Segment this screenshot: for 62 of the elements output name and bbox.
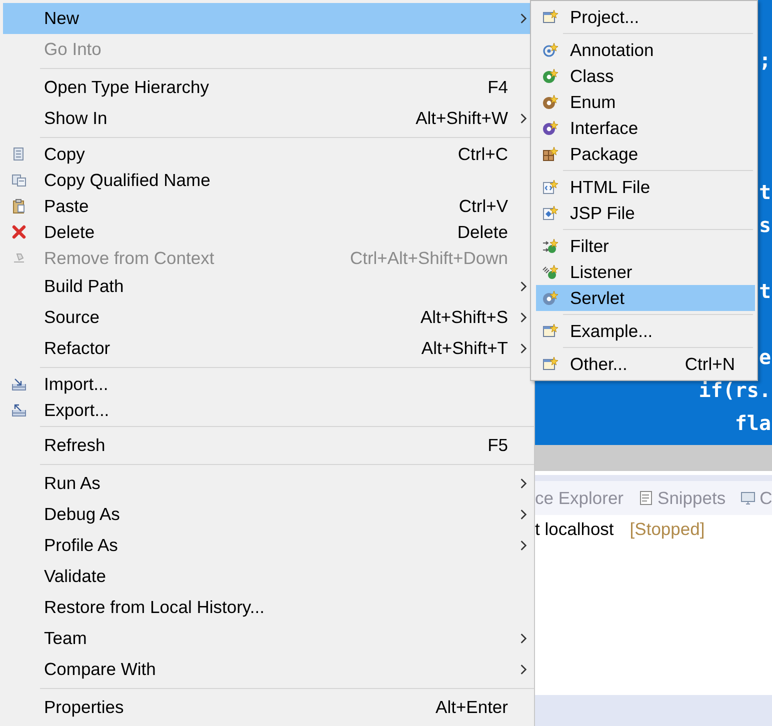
code-text: fla bbox=[734, 411, 771, 435]
menu-item[interactable]: HTML File bbox=[536, 174, 755, 200]
import-icon bbox=[11, 376, 27, 392]
paste-icon bbox=[11, 198, 27, 214]
menu-item[interactable]: Interface bbox=[536, 115, 755, 141]
snippets-icon bbox=[638, 490, 654, 506]
menu-item[interactable]: JSP File bbox=[536, 200, 755, 226]
copy-icon bbox=[11, 172, 27, 188]
menu-item[interactable]: Source Alt+Shift+S bbox=[3, 302, 534, 333]
delete-icon bbox=[11, 224, 27, 240]
interface-icon bbox=[542, 120, 558, 136]
code-text: t bbox=[758, 180, 771, 204]
menu-item[interactable]: Project... bbox=[536, 4, 755, 30]
menu-item[interactable]: Team bbox=[3, 623, 534, 654]
export-icon bbox=[11, 402, 27, 418]
menu-item[interactable]: Copy Ctrl+C bbox=[3, 141, 534, 167]
server-name: t localhost bbox=[535, 519, 614, 540]
filter-icon bbox=[542, 238, 558, 254]
class-icon bbox=[542, 68, 558, 84]
html-file-icon bbox=[542, 179, 558, 195]
menu-item[interactable]: Copy Qualified Name bbox=[3, 167, 534, 193]
menu-item[interactable]: Restore from Local History... bbox=[3, 592, 534, 623]
menu-item[interactable]: Debug As bbox=[3, 499, 534, 530]
menu-item[interactable]: Class bbox=[536, 63, 755, 89]
menu-item[interactable]: Package bbox=[536, 141, 755, 167]
menu-item[interactable]: Open Type Hierarchy F4 bbox=[3, 72, 534, 103]
menu-item[interactable]: Servlet bbox=[536, 285, 755, 311]
menu-item[interactable]: Import... bbox=[3, 371, 534, 397]
menu-item[interactable]: Validate bbox=[3, 561, 534, 592]
code-text: e bbox=[758, 345, 771, 369]
menu-item[interactable]: Delete Delete bbox=[3, 219, 534, 245]
menu-item[interactable]: Properties Alt+Enter bbox=[3, 692, 534, 723]
jsp-file-icon bbox=[542, 205, 558, 221]
menu-item[interactable]: Run As bbox=[3, 468, 534, 499]
menu-item[interactable]: Filter bbox=[536, 233, 755, 259]
servlet-icon bbox=[542, 290, 558, 306]
menu-item[interactable]: Enum bbox=[536, 89, 755, 115]
listener-icon bbox=[542, 264, 558, 280]
monitor-icon bbox=[740, 490, 756, 506]
menu-item[interactable]: Other... Ctrl+N bbox=[536, 351, 755, 377]
menu-item[interactable]: Refresh F5 bbox=[3, 430, 534, 461]
menu-item[interactable]: Build Path bbox=[3, 271, 534, 302]
menu-item[interactable]: Show In Alt+Shift+W bbox=[3, 103, 534, 134]
package-icon bbox=[542, 146, 558, 162]
menu-item[interactable]: Annotation bbox=[536, 37, 755, 63]
menu-item[interactable]: Compare With bbox=[3, 654, 534, 685]
server-status: [Stopped] bbox=[630, 519, 705, 540]
code-text: s bbox=[758, 213, 771, 237]
menu-item[interactable]: Export... bbox=[3, 397, 534, 423]
new-window-icon bbox=[542, 9, 558, 25]
new-window-icon bbox=[542, 323, 558, 339]
menu-item[interactable]: Example... bbox=[536, 318, 755, 344]
code-text: t bbox=[758, 279, 771, 303]
code-text: ; bbox=[758, 48, 771, 72]
new-window-icon bbox=[542, 356, 558, 372]
menu-item[interactable]: Paste Ctrl+V bbox=[3, 193, 534, 219]
menu-item[interactable]: Refactor Alt+Shift+T bbox=[3, 333, 534, 364]
annotation-icon bbox=[542, 42, 558, 58]
menu-item[interactable]: Listener bbox=[536, 259, 755, 285]
enum-icon bbox=[542, 94, 558, 110]
menu-item[interactable]: Profile As bbox=[3, 530, 534, 561]
code-text: if(rs. bbox=[698, 378, 771, 402]
